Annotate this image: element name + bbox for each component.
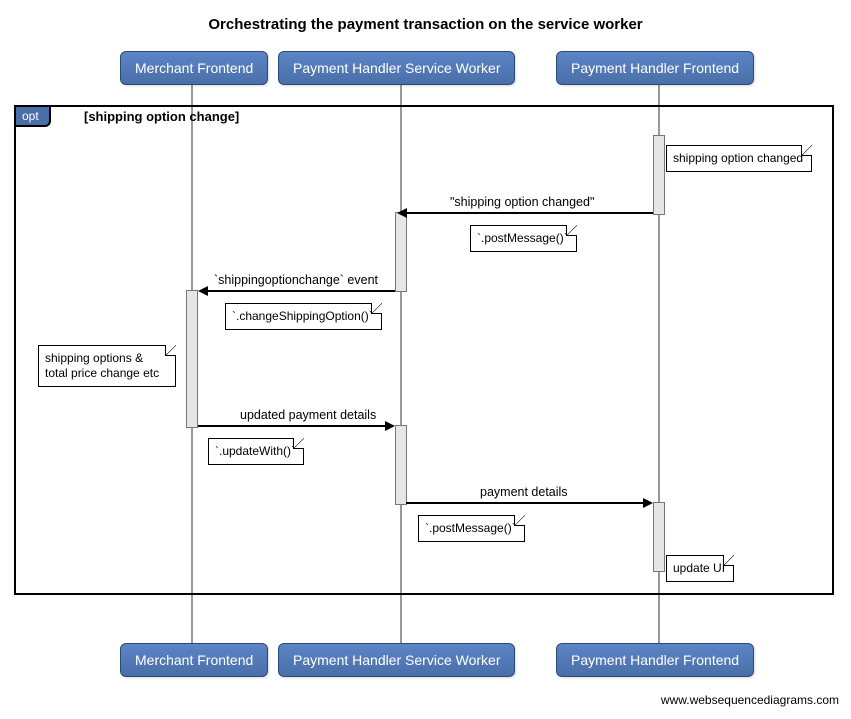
msg4-head [643,498,653,508]
msg4-label: payment details [480,485,568,499]
note-updatewith: `.updateWith()` [208,438,304,465]
participant-sw-bottom: Payment Handler Service Worker [278,643,515,677]
msg4-line [406,502,644,504]
participant-merchant-bottom: Merchant Frontend [120,643,268,677]
diagram-title: Orchestrating the payment transaction on… [12,16,839,33]
msg2-head [198,286,208,296]
opt-guard: [shipping option change] [84,109,239,124]
msg1-line [406,212,653,214]
msg3-label: updated payment details [240,408,376,422]
msg2-label: `shippingoptionchange` event [214,273,378,287]
participant-merchant-top: Merchant Frontend [120,51,268,85]
msg2-line [207,290,395,292]
msg1-head [397,208,407,218]
note-price-change: shipping options & total price change et… [38,345,176,387]
participant-sw-top: Payment Handler Service Worker [278,51,515,85]
sequence-diagram: Merchant Frontend Payment Handler Servic… [12,47,839,687]
opt-label: opt [14,105,51,127]
msg3-head [385,421,395,431]
participant-frontend-bottom: Payment Handler Frontend [556,643,754,677]
note-change-shipping: `.changeShippingOption()` [225,303,382,330]
msg3-line [198,425,386,427]
note-shipping-changed: shipping option changed [666,145,812,172]
participant-frontend-top: Payment Handler Frontend [556,51,754,85]
attribution: www.websequencediagrams.com [12,693,839,707]
note-update-ui: update UI [666,555,734,582]
note-postmessage-2: `.postMessage()` [418,515,525,542]
msg1-label: "shipping option changed" [450,195,594,209]
note-postmessage-1: `.postMessage()` [470,225,577,252]
